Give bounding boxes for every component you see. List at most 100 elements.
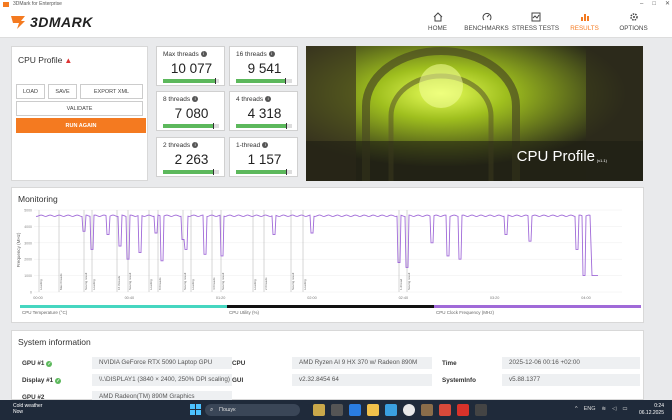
language-indicator[interactable]: ENG	[584, 406, 596, 412]
score-label: 4 threads	[236, 96, 264, 103]
nav-options-label: OPTIONS	[619, 25, 648, 32]
score-card-8-threads: 8 threads i 7 080	[156, 91, 225, 131]
run-again-button[interactable]: RUN AGAIN	[16, 118, 146, 133]
export-xml-button[interactable]: EXPORT XML	[80, 84, 143, 99]
warning-icon[interactable]: ▲	[64, 56, 72, 65]
wifi-icon[interactable]: ≋	[602, 406, 607, 412]
info-icon[interactable]: i	[265, 96, 272, 102]
clock[interactable]: 0:24 06.12.2025	[639, 403, 664, 417]
x-tick-label: 03:20	[490, 296, 500, 300]
maximize-button[interactable]: □	[652, 0, 656, 9]
y-tick-label: 5000	[24, 209, 32, 213]
weather-widget[interactable]: Cold weather Now	[13, 403, 42, 415]
window-title: 3DMark for Enterprise	[13, 1, 62, 7]
search-placeholder: Пошук	[219, 407, 236, 413]
app-icon-9[interactable]	[457, 404, 469, 416]
system-tray: ^ ENG ≋ ◁ ▭	[575, 406, 628, 412]
phase-marker-label: 2 threads	[264, 277, 268, 290]
phase-marker-label: Loading	[39, 279, 43, 290]
phase-marker-label: Loading	[92, 279, 96, 290]
edge-icon[interactable]	[349, 404, 361, 416]
phase-marker-label: Saving result	[407, 272, 411, 290]
app-icon-8[interactable]	[439, 404, 451, 416]
score-bar	[236, 123, 292, 129]
systeminfo-label: SystemInfo	[442, 377, 476, 384]
info-icon[interactable]: i	[192, 142, 199, 148]
score-bar	[236, 169, 292, 175]
3dmark-logo-icon	[11, 16, 25, 29]
save-button[interactable]: SAVE	[48, 84, 77, 99]
chevron-up-icon[interactable]: ^	[575, 406, 578, 412]
taskbar-search[interactable]: ⌕ Пошук	[205, 404, 300, 416]
info-icon[interactable]: i	[268, 51, 275, 57]
score-label: 16 threads	[236, 51, 267, 58]
monitoring-chart: Frequency (MHz) 5000 4000 3000 2000 1000 0 Lo…	[16, 209, 622, 300]
info-icon[interactable]: i	[262, 142, 269, 148]
app-logo: 3DMARK	[9, 14, 93, 30]
volume-icon[interactable]: ◁	[612, 406, 616, 412]
start-button[interactable]	[190, 404, 201, 415]
chart-y-label: Frequency (MHz)	[16, 232, 21, 267]
x-tick-label: 00:40	[125, 296, 135, 300]
gear-icon	[629, 13, 638, 21]
score-bar-marker	[214, 78, 216, 84]
taskbar-apps	[313, 404, 487, 416]
score-label: 1-thread	[236, 142, 261, 149]
store-icon[interactable]	[385, 404, 397, 416]
score-bar-fill	[163, 79, 215, 83]
load-button[interactable]: LOAD	[16, 84, 45, 99]
legend-utility: CPU Utility (%)	[229, 310, 259, 315]
app-icon-7[interactable]	[421, 404, 433, 416]
gpu1-value: NVIDIA GeForce RTX 5090 Laptop GPU	[92, 357, 232, 369]
phase-marker-label: Saving result	[128, 272, 132, 290]
phase-marker-label: Loading	[303, 279, 307, 290]
legend-temperature: CPU Temperature (°C)	[22, 310, 68, 315]
system-info-title: System information	[18, 337, 91, 347]
file-explorer-icon[interactable]	[367, 404, 379, 416]
widget-app-icon[interactable]	[313, 404, 325, 416]
validate-button[interactable]: VALIDATE	[16, 101, 143, 116]
score-card-2-threads: 2 threads i 2 263	[156, 137, 225, 177]
score-bar-fill	[163, 124, 214, 128]
battery-icon[interactable]: ▭	[622, 406, 627, 412]
phase-marker-label: 16 threads	[117, 275, 121, 290]
display1-value: \\.\DISPLAY1 (3840 × 2400, 250% DPI scal…	[92, 374, 232, 386]
legend-bar-utility[interactable]	[227, 305, 434, 308]
stress-tests-icon	[531, 12, 540, 22]
app-header: 3DMARK HOME BENCHMARKS STRESS TESTS RESU…	[0, 9, 672, 38]
phase-marker-label: Saving result	[291, 272, 295, 290]
info-icon[interactable]: i	[200, 51, 207, 57]
cpu-profile-panel: CPU Profile ▲ LOAD SAVE EXPORT XML VALIDA…	[11, 46, 148, 181]
app-icon-10[interactable]	[475, 404, 487, 416]
info-icon[interactable]: i	[192, 96, 199, 102]
nav-options[interactable]: OPTIONS	[609, 12, 658, 32]
score-bar-fill	[236, 79, 286, 83]
score-bar	[163, 169, 219, 175]
profile-title: CPU Profile ▲	[18, 55, 72, 65]
phase-marker-label: Saving result	[84, 272, 88, 290]
score-value: 7 080	[174, 106, 209, 121]
window-titlebar: 3DMark for Enterprise – □ ✕	[0, 0, 672, 9]
gpu1-label: GPU #1	[22, 360, 45, 367]
legend-bar-temperature[interactable]	[20, 305, 227, 308]
nav-benchmarks[interactable]: BENCHMARKS	[462, 12, 511, 32]
task-view-icon[interactable]	[331, 404, 343, 416]
profile-title-text: CPU Profile	[18, 55, 63, 65]
score-label: 2 threads	[163, 142, 191, 149]
frequency-series-line	[35, 214, 598, 277]
nav-results-label: RESULTS	[570, 25, 599, 32]
score-bar	[236, 78, 292, 84]
chrome-icon[interactable]	[403, 404, 415, 416]
y-tick-label: 2000	[24, 258, 32, 262]
score-card-max-threads: Max threads i 10 077	[156, 46, 225, 86]
score-value: 9 541	[247, 61, 282, 76]
nav-results[interactable]: RESULTS	[560, 12, 609, 32]
close-button[interactable]: ✕	[665, 0, 670, 9]
nav-home[interactable]: HOME	[413, 12, 462, 32]
nav-stress-tests[interactable]: STRESS TESTS	[511, 12, 560, 32]
score-card-1-thread: 1-thread i 1 157	[229, 137, 298, 177]
score-label: 8 threads	[163, 96, 191, 103]
minimize-button[interactable]: –	[640, 0, 643, 9]
score-bar-fill	[236, 170, 287, 174]
legend-bar-frequency[interactable]	[434, 305, 641, 308]
